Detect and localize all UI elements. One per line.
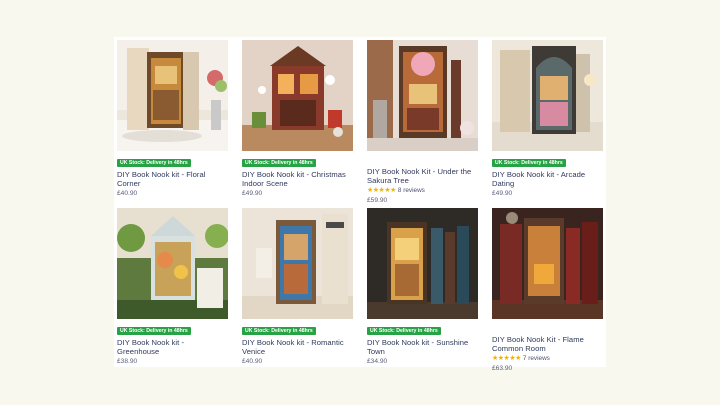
product-price: £34.90 — [367, 358, 388, 365]
product-image[interactable] — [117, 208, 228, 319]
product-card[interactable]: UK Stock: Delivery in 48hrs DIY Book Noo… — [242, 208, 353, 372]
stock-badge: UK Stock: Delivery in 48hrs — [242, 327, 316, 335]
product-image[interactable] — [492, 208, 603, 319]
product-title[interactable]: DIY Book Nook kit - Arcade Dating — [492, 170, 603, 188]
product-price: £40.90 — [117, 190, 138, 197]
review-count: 8 reviews — [397, 187, 425, 194]
product-card[interactable]: DIY Book Nook Kit - Under the Sakura Tre… — [367, 40, 478, 204]
product-grid: UK Stock: Delivery in 48hrs DIY Book Noo… — [117, 40, 603, 372]
product-title[interactable]: DIY Book Nook kit - Greenhouse — [117, 338, 228, 356]
product-card[interactable]: UK Stock: Delivery in 48hrs DIY Book Noo… — [242, 40, 353, 204]
product-title[interactable]: DIY Book Nook kit - Christmas Indoor Sce… — [242, 170, 353, 188]
product-image[interactable] — [367, 208, 478, 319]
product-card[interactable]: UK Stock: Delivery in 48hrs DIY Book Noo… — [492, 40, 603, 204]
product-image[interactable] — [242, 208, 353, 319]
product-price: £49.90 — [492, 190, 513, 197]
product-title[interactable]: DIY Book Nook Kit - Under the Sakura Tre… — [367, 167, 478, 185]
product-price: £40.90 — [242, 358, 263, 365]
product-title[interactable]: DIY Book Nook kit - Floral Corner — [117, 170, 228, 188]
product-title[interactable]: DIY Book Nook kit - Romantic Venice — [242, 338, 353, 356]
product-price: £38.90 — [117, 358, 138, 365]
product-image[interactable] — [242, 40, 353, 151]
badge-spacer — [492, 326, 603, 334]
product-card[interactable]: DIY Book Nook Kit - Flame Common Room ★★… — [492, 208, 603, 372]
product-image[interactable] — [492, 40, 603, 151]
product-price: £63.90 — [492, 365, 513, 372]
stock-badge: UK Stock: Delivery in 48hrs — [117, 327, 191, 335]
product-rating[interactable]: ★★★★★ 7 reviews — [492, 354, 603, 363]
product-price: £49.90 — [242, 190, 263, 197]
product-title[interactable]: DIY Book Nook Kit - Flame Common Room — [492, 335, 603, 353]
stock-badge: UK Stock: Delivery in 48hrs — [367, 327, 441, 335]
product-price: £59.90 — [367, 197, 388, 204]
product-image[interactable] — [367, 40, 478, 151]
stock-badge: UK Stock: Delivery in 48hrs — [492, 159, 566, 167]
star-rating-icon: ★★★★★ — [492, 355, 521, 362]
star-rating-icon: ★★★★★ — [367, 187, 396, 194]
stock-badge: UK Stock: Delivery in 48hrs — [117, 159, 191, 167]
product-title[interactable]: DIY Book Nook kit - Sunshine Town — [367, 338, 478, 356]
review-count: 7 reviews — [522, 355, 550, 362]
product-rating[interactable]: ★★★★★ 8 reviews — [367, 186, 478, 195]
stock-badge: UK Stock: Delivery in 48hrs — [242, 159, 316, 167]
product-card[interactable]: UK Stock: Delivery in 48hrs DIY Book Noo… — [117, 208, 228, 372]
product-image[interactable] — [117, 40, 228, 151]
badge-spacer — [367, 158, 478, 166]
product-card[interactable]: UK Stock: Delivery in 48hrs DIY Book Noo… — [367, 208, 478, 372]
product-card[interactable]: UK Stock: Delivery in 48hrs DIY Book Noo… — [117, 40, 228, 204]
